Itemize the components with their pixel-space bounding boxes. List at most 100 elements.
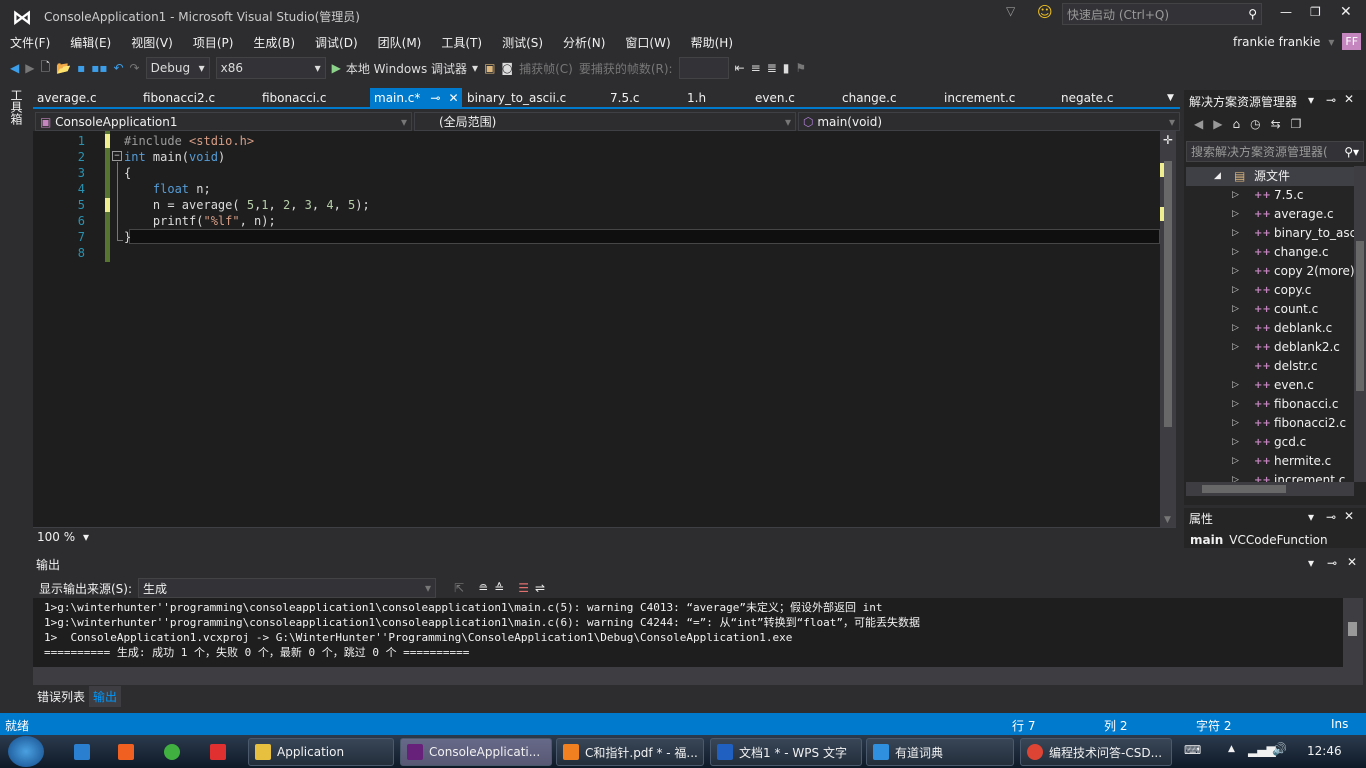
uncomment-icon[interactable]: ≣ [767, 61, 777, 75]
pin-icon[interactable]: ⊸ [1327, 556, 1337, 570]
start-debugger-button[interactable]: ▶ 本地 Windows 调试器 ▾ [332, 60, 478, 77]
volume-icon[interactable]: 🔊 [1272, 742, 1287, 756]
taobao-icon[interactable] [210, 744, 226, 760]
solution-file-item[interactable]: ▷ ++copy 2(more).c [1186, 262, 1354, 281]
solution-file-item[interactable]: ▷ ++ copy.c [1186, 281, 1354, 300]
properties-object-dropdown[interactable]: main VCCodeFunction [1190, 532, 1360, 548]
expand-icon[interactable]: ▷ [1232, 262, 1239, 281]
word-wrap-icon[interactable]: ⇌ [535, 581, 545, 595]
history-icon[interactable]: ◷ [1250, 117, 1260, 131]
clear-all-icon[interactable]: ☰ [518, 581, 529, 595]
expand-icon[interactable]: ▷ [1232, 243, 1239, 262]
save-icon[interactable]: ▪ [77, 61, 85, 75]
next-message-icon[interactable]: ≙ [494, 581, 504, 595]
tab-increment[interactable]: increment.c [940, 88, 1019, 109]
expand-icon[interactable]: ▷ [1232, 224, 1239, 243]
expand-icon[interactable]: ▷ [1232, 433, 1239, 452]
tab-output[interactable]: 输出 [89, 685, 122, 707]
menu-test[interactable]: 测试(S) [492, 34, 553, 51]
tab-fibonacci[interactable]: fibonacci.c [258, 88, 330, 109]
menu-build[interactable]: 生成(B) [243, 34, 305, 51]
attach-icon[interactable]: ▣ [484, 61, 495, 75]
new-project-icon[interactable]: 🗋 [40, 58, 50, 79]
pinned-app-icon[interactable] [74, 744, 90, 760]
forward-icon[interactable]: ▶ [1213, 117, 1222, 131]
close-panel-icon[interactable]: ✕ [1344, 509, 1354, 523]
close-tab-icon[interactable]: ✕ [448, 91, 458, 105]
solution-file-item[interactable]: ▷ ++ hermite.c [1186, 452, 1354, 471]
platform-dropdown[interactable]: x86 ▾ [215, 57, 326, 79]
tab-overflow-dropdown[interactable]: ▼ [1163, 88, 1178, 109]
solution-file-item[interactable]: ▷ ++ deblank2.c [1186, 338, 1354, 357]
pin-icon[interactable]: ⊸ [1326, 510, 1336, 524]
solution-file-item[interactable]: ▷ ++ deblank.c [1186, 319, 1354, 338]
taskbar-item-application[interactable]: Application [248, 738, 394, 766]
config-dropdown[interactable]: Debug ▾ [145, 57, 210, 79]
capture-frame-button[interactable]: 捕获帧(C) [519, 60, 573, 77]
collapse-all-icon[interactable]: ❐ [1291, 117, 1302, 131]
solution-file-item[interactable]: ▷ ++binary_to_ascii.c [1186, 224, 1354, 243]
output-horizontal-scrollbar[interactable] [33, 667, 1363, 685]
back-icon[interactable]: ◀ [10, 61, 19, 75]
tree-folder-source[interactable]: ◢ ▤ 源文件 [1186, 167, 1354, 186]
solution-search-input[interactable]: 搜索解决方案资源管理器(⚲▾ [1186, 141, 1364, 162]
solution-file-item[interactable]: ▷ ++ gcd.c [1186, 433, 1354, 452]
expand-icon[interactable]: ▷ [1232, 186, 1239, 205]
menu-debug[interactable]: 调试(D) [305, 34, 368, 51]
menu-analyze[interactable]: 分析(N) [553, 34, 615, 51]
zoom-dropdown[interactable]: 100 % ▾ [33, 528, 93, 545]
project-dropdown[interactable]: ▣ ConsoleApplication1 ▾ [35, 112, 412, 131]
tree-horizontal-scrollbar[interactable] [1186, 482, 1354, 496]
camera-icon[interactable]: ◙ [501, 61, 513, 75]
tree-vertical-scrollbar[interactable] [1354, 166, 1366, 482]
solution-file-item[interactable]: ▷ ++ fibonacci.c [1186, 395, 1354, 414]
taskbar-item-wps[interactable]: 文档1 * - WPS 文字 [710, 738, 862, 766]
scope-dropdown[interactable]: (全局范围) ▾ [414, 112, 796, 131]
taskbar-item-youdao[interactable]: 有道词典 [866, 738, 1014, 766]
expand-icon[interactable]: ▷ [1232, 395, 1239, 414]
expand-icon[interactable]: ▷ [1232, 300, 1239, 319]
expand-icon[interactable]: ▷ [1232, 281, 1239, 300]
sync-icon[interactable]: ⇆ [1271, 117, 1281, 131]
solution-file-item[interactable]: ▷ ++ average.c [1186, 205, 1354, 224]
clock[interactable]: 12:46 [1307, 744, 1342, 758]
tab-average[interactable]: average.c [33, 88, 101, 109]
editor-vertical-scrollbar[interactable]: ✛ ▼ [1160, 131, 1176, 527]
toolbox-tab[interactable]: 工具箱 [8, 89, 25, 125]
close-button[interactable]: ✕ [1340, 4, 1352, 20]
expand-icon[interactable]: ▷ [1232, 205, 1239, 224]
expand-icon[interactable]: ▷ [1232, 338, 1239, 357]
forward-icon[interactable]: ▶ [25, 61, 34, 75]
pin-icon[interactable]: ⊸ [430, 91, 440, 105]
taskbar-item-chrome[interactable]: 编程技术问答-CSD... [1020, 738, 1172, 766]
bookmark-icon[interactable]: ▮ [783, 61, 790, 75]
show-hidden-icons[interactable]: ▲ [1228, 744, 1235, 754]
format-icon[interactable]: ⇤ [735, 61, 745, 75]
undo-icon[interactable]: ↶ [113, 61, 123, 75]
media-player-icon[interactable] [164, 744, 180, 760]
solution-file-item[interactable]: ▷ ++ increment.c [1186, 471, 1354, 482]
expand-icon[interactable]: ▷ [1232, 319, 1239, 338]
close-panel-icon[interactable]: ✕ [1344, 92, 1354, 106]
tab-binary-to-ascii[interactable]: binary_to_ascii.c [463, 88, 570, 109]
solution-file-item[interactable]: ▷ ++ change.c [1186, 243, 1354, 262]
open-file-icon[interactable]: 📂 [56, 61, 71, 75]
pin-icon[interactable]: ⊸ [1326, 93, 1336, 107]
previous-message-icon[interactable]: ≘ [478, 581, 488, 595]
output-source-dropdown[interactable]: 生成 ▾ [138, 578, 437, 598]
back-icon[interactable]: ◀ [1194, 117, 1203, 131]
toolbox-strip[interactable]: 工具箱 [0, 85, 30, 710]
menu-tools[interactable]: 工具(T) [431, 34, 492, 51]
maximize-button[interactable]: ❐ [1310, 5, 1321, 19]
expand-icon[interactable]: ▷ [1232, 376, 1239, 395]
menu-file[interactable]: 文件(F) [0, 34, 60, 51]
tab-main[interactable]: main.c* ⊸ ✕ [370, 88, 462, 109]
tab-error-list[interactable]: 错误列表 [33, 686, 89, 707]
menu-help[interactable]: 帮助(H) [681, 34, 743, 51]
output-vertical-scrollbar[interactable] [1343, 598, 1363, 667]
expand-icon[interactable]: ▷ [1232, 414, 1239, 433]
solution-file-item[interactable]: ++ delstr.c [1186, 357, 1354, 376]
menu-window[interactable]: 窗口(W) [615, 34, 680, 51]
comment-icon[interactable]: ≡ [751, 61, 761, 75]
feedback-smiley-icon[interactable]: ☺ [1037, 3, 1053, 21]
